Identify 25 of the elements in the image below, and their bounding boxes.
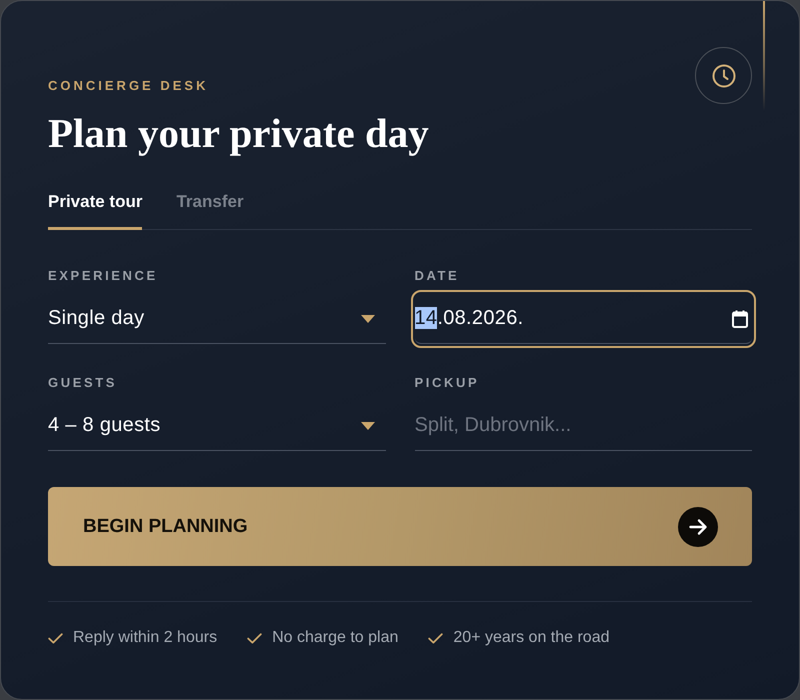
feature-text: No charge to plan bbox=[272, 628, 398, 648]
field-label: PICKUP bbox=[414, 375, 480, 390]
feature-text: 20+ years on the road bbox=[453, 628, 610, 648]
date-field[interactable]: 14.08.2026. bbox=[414, 294, 752, 344]
tab[interactable]: Private tour bbox=[48, 192, 142, 230]
field-label: GUESTS bbox=[48, 375, 118, 390]
tab[interactable]: Transfer bbox=[176, 192, 244, 230]
check-icon bbox=[48, 632, 63, 644]
submit-button[interactable]: BEGIN PLANNING bbox=[48, 487, 752, 566]
clock-icon bbox=[712, 64, 736, 88]
dropdown-field[interactable]: Single day bbox=[48, 294, 386, 344]
dropdown-field[interactable]: 4 – 8 guests bbox=[48, 401, 386, 451]
field-label: EXPERIENCE bbox=[48, 268, 159, 283]
eyebrow-label: CONCIERGE DESK bbox=[48, 78, 210, 93]
caret-icon bbox=[360, 422, 374, 430]
caret-icon bbox=[360, 314, 374, 322]
field-label: DATE bbox=[414, 268, 460, 283]
history-button[interactable] bbox=[695, 47, 752, 104]
feature-text: Reply within 2 hours bbox=[73, 628, 218, 648]
check-icon bbox=[428, 632, 444, 644]
calendar-icon bbox=[732, 310, 748, 328]
page-title: Plan your private day bbox=[48, 109, 429, 157]
text-field[interactable]: Split, Dubrovnik... bbox=[414, 401, 752, 451]
check-icon bbox=[247, 632, 262, 644]
arrow-right-icon bbox=[678, 506, 718, 546]
